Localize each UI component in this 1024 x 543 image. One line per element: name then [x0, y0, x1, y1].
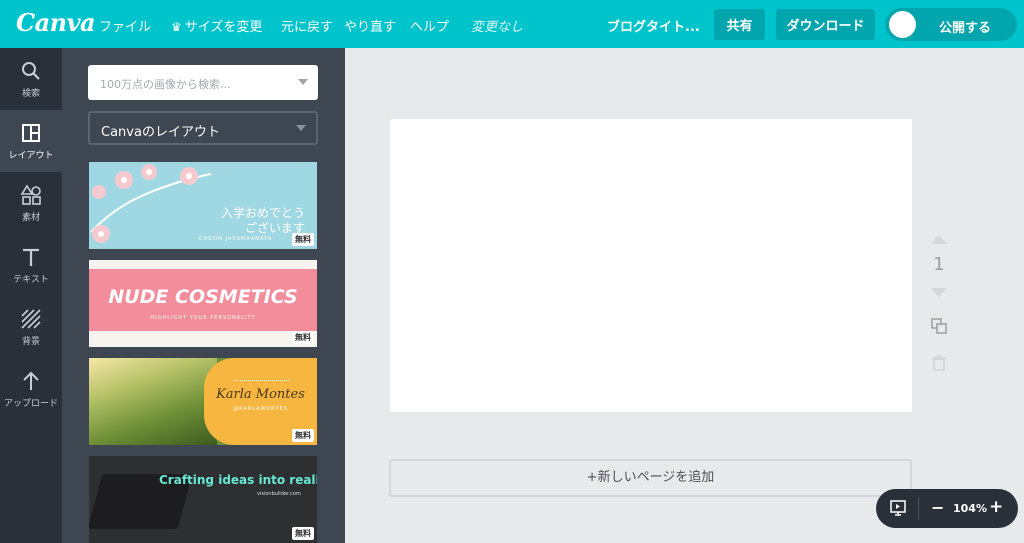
zoom-divider [918, 497, 919, 520]
template-tagline: HIGHLIGHT YOUR PERSONALITY [150, 315, 256, 321]
rail-label: 素材 [21, 213, 40, 223]
crown-icon: ♛ [171, 20, 182, 34]
publish-label: 公開する [939, 21, 992, 36]
upload-icon [23, 371, 39, 390]
document-title[interactable]: ブログタイト... [607, 16, 700, 35]
zoom-in-button[interactable]: + [989, 497, 1003, 517]
rail-label: アップロード [3, 399, 58, 409]
resize-label: サイズを変更 [184, 20, 263, 35]
add-page-button[interactable]: +新しいページを追加 [389, 459, 912, 497]
redo-button[interactable]: やり直す [344, 16, 396, 35]
left-rail: 検索 レイアウト 素材 テキスト 背景 アップロード [0, 48, 62, 543]
duplicate-page-icon[interactable] [931, 318, 947, 334]
rail-item-layout[interactable]: レイアウト [0, 110, 62, 172]
zoom-level[interactable]: 104% [953, 502, 987, 515]
resize-menu[interactable]: ♛ サイズを変更 [171, 16, 262, 35]
template-card-cosmetics[interactable]: NUDE COSMETICS HIGHLIGHT YOUR PERSONALIT… [89, 260, 317, 347]
delete-page-icon[interactable] [932, 355, 946, 371]
share-button[interactable]: 共有 [714, 9, 765, 40]
canva-logo[interactable]: Canva [16, 8, 96, 37]
zoom-out-button[interactable]: − [931, 498, 944, 517]
background-icon [21, 309, 41, 329]
template-site: visionbuilder.com [257, 491, 301, 497]
layout-source-select[interactable]: Canvaのレイアウト [88, 111, 318, 145]
present-icon[interactable] [890, 500, 906, 516]
layout-icon [22, 124, 40, 142]
rail-item-text[interactable]: テキスト [0, 234, 62, 296]
rail-label: レイアウト [8, 151, 54, 161]
search-placeholder: 100万点の画像から検索... [100, 78, 231, 91]
toggle-knob [889, 11, 916, 38]
rail-label: テキスト [13, 275, 49, 285]
download-button[interactable]: ダウンロード [776, 9, 875, 40]
rail-label: 検索 [21, 89, 40, 99]
template-small: CHOON JASAMAANAYA [199, 236, 273, 242]
editor-stage: 1 +新しいページを追加 [345, 48, 1024, 543]
field-photo [89, 358, 217, 445]
page-up-icon[interactable] [931, 235, 947, 244]
chevron-down-icon[interactable] [298, 79, 308, 85]
zoom-control: − 104% + [876, 489, 1018, 528]
chevron-down-icon [296, 125, 306, 131]
free-badge: 無料 [292, 527, 314, 540]
rail-label: 背景 [21, 337, 40, 347]
top-bar: Canva ファイル ♛ サイズを変更 元に戻す やり直す ヘルプ 変更なし ブロ… [0, 0, 1024, 48]
text-icon [23, 248, 39, 266]
template-brand: NUDE COSMETICS [108, 286, 298, 308]
layout-source-value: Canvaのレイアウト [101, 125, 220, 140]
dotted-divider [234, 380, 289, 381]
template-card-karla[interactable]: Karla Montes @KARLAMONTES 無料 [89, 358, 317, 445]
template-card-crafting[interactable]: Crafting ideas into reality visionbuilde… [89, 456, 317, 543]
save-status: 変更なし [471, 20, 524, 35]
free-badge: 無料 [292, 429, 314, 442]
rail-item-background[interactable]: 背景 [0, 296, 62, 358]
publish-toggle[interactable]: 公開する [885, 8, 1017, 41]
page-down-icon[interactable] [931, 288, 947, 297]
file-menu[interactable]: ファイル [99, 16, 151, 35]
undo-button[interactable]: 元に戻す [281, 16, 333, 35]
layout-panel: 100万点の画像から検索... Canvaのレイアウト 入学おめでとう ございま… [62, 48, 345, 543]
design-page[interactable] [390, 119, 912, 412]
free-badge: 無料 [292, 331, 314, 344]
image-search-input[interactable]: 100万点の画像から検索... [88, 65, 318, 100]
help-menu[interactable]: ヘルプ [410, 16, 449, 35]
search-icon [22, 62, 40, 80]
page-number: 1 [933, 254, 945, 275]
rail-item-upload[interactable]: アップロード [0, 358, 62, 420]
rail-item-elements[interactable]: 素材 [0, 172, 62, 234]
free-badge: 無料 [292, 233, 314, 246]
elements-icon [20, 184, 41, 205]
rail-item-search[interactable]: 検索 [0, 48, 62, 110]
template-name: Karla Montes [216, 387, 305, 402]
template-headline: Crafting ideas into reality [159, 473, 317, 487]
template-card-graduation[interactable]: 入学おめでとう ございます CHOON JASAMAANAYA 無料 [89, 162, 317, 249]
template-handle: @KARLAMONTES [233, 406, 288, 412]
